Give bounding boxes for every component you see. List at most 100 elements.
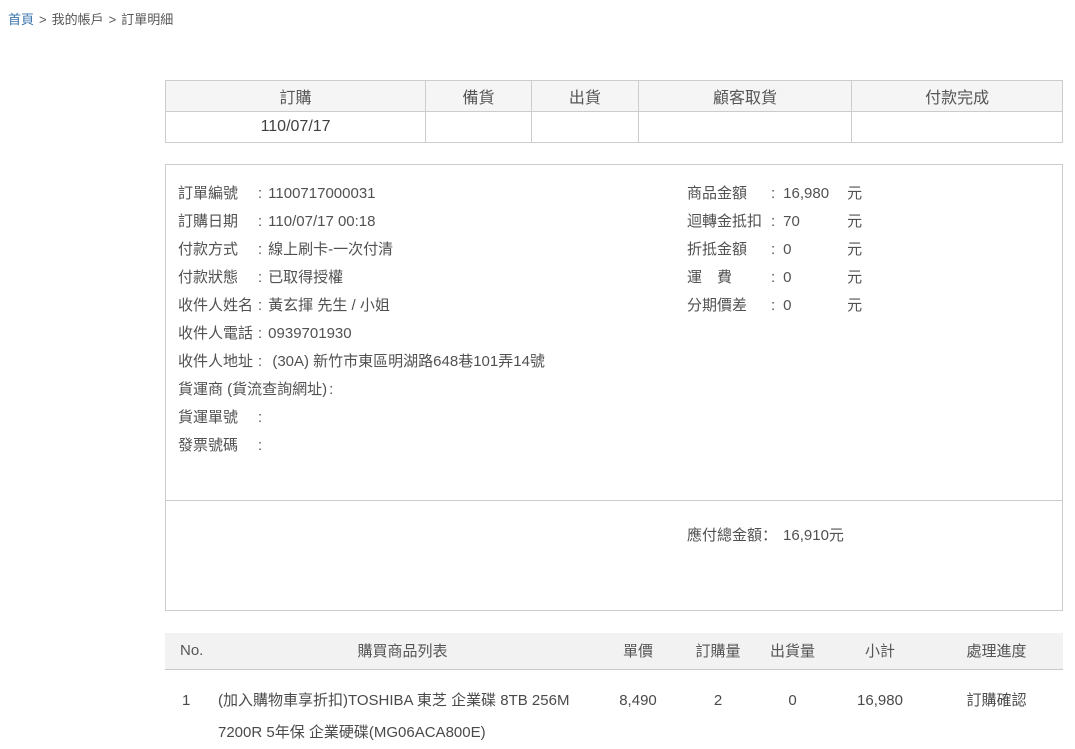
item-status: 訂購確認 xyxy=(930,669,1063,749)
breadcrumb-separator: > xyxy=(109,12,117,27)
info-colon: : xyxy=(258,185,262,202)
summary-label: 折抵金額 xyxy=(687,236,771,264)
summary-value: 0 xyxy=(783,236,847,264)
summary-colon: : xyxy=(771,213,775,230)
breadcrumb-separator: > xyxy=(39,12,47,27)
info-label: 發票號碼 xyxy=(178,432,256,460)
status-value-shipped xyxy=(531,112,638,143)
order-info-row-invoice-number: 發票號碼: xyxy=(178,432,687,460)
items-header-qty-shipped: 出貨量 xyxy=(755,633,830,669)
items-header-qty-ordered: 訂購量 xyxy=(681,633,755,669)
items-header-row: No. 購買商品列表 單價 訂購量 出貨量 小計 處理進度 xyxy=(165,633,1063,669)
items-header-product-list: 購買商品列表 xyxy=(210,633,595,669)
breadcrumb-link-home[interactable]: 首頁 xyxy=(8,12,34,27)
order-info-row-payment-method: 付款方式: 線上刷卡-一次付清 xyxy=(178,236,687,264)
order-info-row-recipient-name: 收件人姓名: 黃玄揮 先生 / 小姐 xyxy=(178,292,687,320)
summary-unit: 元 xyxy=(847,241,862,258)
order-info-row-order-date: 訂購日期:110/07/17 00:18 xyxy=(178,208,687,236)
info-label: 訂單編號 xyxy=(178,180,256,208)
info-value: 線上刷卡-一次付清 xyxy=(268,241,393,258)
summary-colon: : xyxy=(771,297,775,314)
status-value-preparing xyxy=(426,112,532,143)
status-value-row: 110/07/17 xyxy=(166,112,1063,143)
status-value-ordered: 110/07/17 xyxy=(166,112,426,143)
item-row: 1 (加入購物車享折扣)TOSHIBA 東芝 企業碟 8TB 256M 7200… xyxy=(165,669,1063,749)
summary-label: 商品金額 xyxy=(687,180,771,208)
status-header-paid: 付款完成 xyxy=(852,81,1063,112)
info-label: 貨運單號 xyxy=(178,404,256,432)
info-value: 110/07/17 00:18 xyxy=(268,213,375,230)
info-label: 收件人電話 xyxy=(178,320,256,348)
order-info-row-recipient-phone: 收件人電話:0939701930 xyxy=(178,320,687,348)
info-colon: : xyxy=(258,353,262,370)
item-qty-shipped: 0 xyxy=(755,669,830,749)
summary-value: 0 xyxy=(783,264,847,292)
info-colon: : xyxy=(258,241,262,258)
status-header-row: 訂購 備貨 出貨 顧客取貨 付款完成 xyxy=(166,81,1063,112)
item-name: (加入購物車享折扣)TOSHIBA 東芝 企業碟 8TB 256M 7200R … xyxy=(210,669,595,749)
order-info-column: 訂單編號:1100717000031 訂購日期:110/07/17 00:18 … xyxy=(178,180,687,460)
summary-label: 迴轉金抵扣 xyxy=(687,208,771,236)
status-header-pickup: 顧客取貨 xyxy=(638,81,851,112)
info-colon: : xyxy=(258,437,262,454)
summary-colon: : xyxy=(771,269,775,286)
summary-unit: 元 xyxy=(847,297,862,314)
summary-row-installment-difference: 分期價差:0元 xyxy=(687,292,1052,320)
order-info-row-tracking-number: 貨運單號: xyxy=(178,404,687,432)
summary-unit: 元 xyxy=(847,213,862,230)
info-colon: : xyxy=(258,297,262,314)
items-header-unit-price: 單價 xyxy=(595,633,681,669)
info-label: 貨運商 (貨流查詢網址) xyxy=(178,376,327,404)
summary-value: 0 xyxy=(783,292,847,320)
items-header-subtotal: 小計 xyxy=(830,633,930,669)
item-subtotal: 16,980 xyxy=(830,669,930,749)
summary-label: 運 費 xyxy=(687,264,771,292)
item-unit-price: 8,490 xyxy=(595,669,681,749)
item-qty-ordered: 2 xyxy=(681,669,755,749)
order-detail-box: 訂單編號:1100717000031 訂購日期:110/07/17 00:18 … xyxy=(165,164,1063,611)
info-label: 付款方式 xyxy=(178,236,256,264)
total-amount-row: 應付總金額： 16,910元 xyxy=(166,500,1062,610)
order-info-row-payment-status: 付款狀態: 已取得授權 xyxy=(178,264,687,292)
total-label: 應付總金額 xyxy=(687,527,762,544)
info-value: 0939701930 xyxy=(268,325,351,342)
summary-row-shipping-fee: 運 費:0元 xyxy=(687,264,1052,292)
order-info-row-recipient-address: 收件人地址: (30A) 新竹市東區明湖路648巷101弄14號 xyxy=(178,348,687,376)
order-info-row-carrier: 貨運商 (貨流查詢網址): xyxy=(178,376,687,404)
info-label: 付款狀態 xyxy=(178,264,256,292)
summary-row-rebate-deduction: 迴轉金抵扣:70元 xyxy=(687,208,1052,236)
info-colon: : xyxy=(258,269,262,286)
status-value-paid xyxy=(852,112,1063,143)
summary-colon: : xyxy=(771,241,775,258)
payment-summary-column: 商品金額:16,980元 迴轉金抵扣:70元 折抵金額:0元 運 費:0元 分期… xyxy=(687,180,1052,460)
info-colon: : xyxy=(329,381,333,398)
info-value: 已取得授權 xyxy=(268,269,343,286)
items-header-no: No. xyxy=(165,633,210,669)
info-label: 收件人地址 xyxy=(178,348,256,376)
order-detail-page: 訂購 備貨 出貨 顧客取貨 付款完成 110/07/17 訂單編號:110071… xyxy=(165,80,1063,749)
info-label: 訂購日期 xyxy=(178,208,256,236)
order-info-row-order-number: 訂單編號:1100717000031 xyxy=(178,180,687,208)
summary-unit: 元 xyxy=(847,185,862,202)
info-value: 黃玄揮 先生 / 小姐 xyxy=(268,297,390,314)
summary-row-item-amount: 商品金額:16,980元 xyxy=(687,180,1052,208)
summary-label: 分期價差 xyxy=(687,292,771,320)
summary-row-discount-amount: 折抵金額:0元 xyxy=(687,236,1052,264)
summary-value: 70 xyxy=(783,208,847,236)
item-no: 1 xyxy=(165,669,210,749)
summary-unit: 元 xyxy=(847,269,862,286)
total-colon: ： xyxy=(762,527,777,544)
breadcrumb-item-account[interactable]: 我的帳戶 xyxy=(52,12,104,27)
status-header-preparing: 備貨 xyxy=(426,81,532,112)
total-value: 16,910元 xyxy=(783,527,844,544)
info-value: 1100717000031 xyxy=(268,185,375,202)
status-header-shipped: 出貨 xyxy=(531,81,638,112)
summary-value: 16,980 xyxy=(783,180,847,208)
info-value: (30A) 新竹市東區明湖路648巷101弄14號 xyxy=(268,353,545,370)
info-label: 收件人姓名 xyxy=(178,292,256,320)
info-colon: : xyxy=(258,409,262,426)
breadcrumb: 首頁>我的帳戶>訂單明細 xyxy=(0,0,1075,28)
summary-colon: : xyxy=(771,185,775,202)
info-colon: : xyxy=(258,213,262,230)
status-header-ordered: 訂購 xyxy=(166,81,426,112)
